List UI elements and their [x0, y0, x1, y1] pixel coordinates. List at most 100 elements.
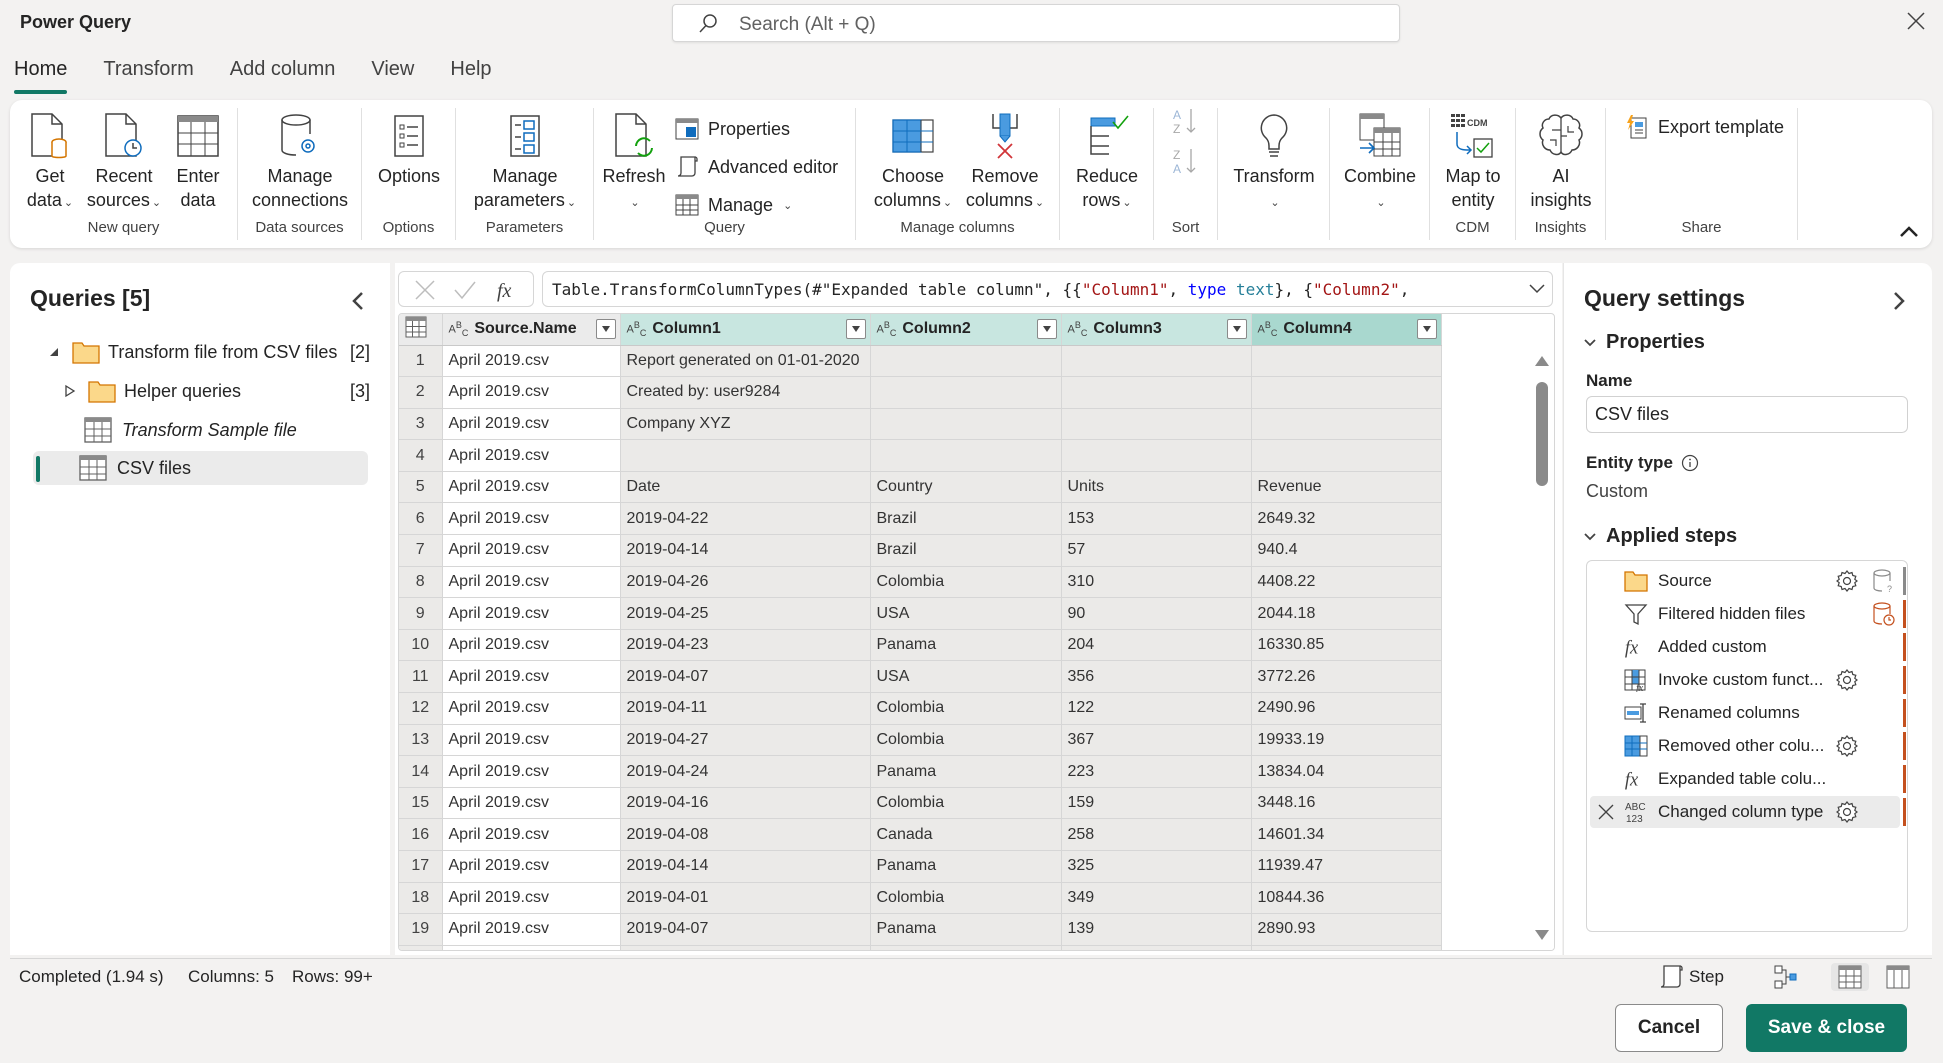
table-cell[interactable]: 13834.04 — [1251, 756, 1441, 788]
table-cell[interactable]: Colombia — [870, 724, 1061, 756]
text-type-icon[interactable]: ABC — [1258, 320, 1278, 338]
table-view-button[interactable] — [1831, 963, 1869, 991]
table-cell[interactable]: 3772.26 — [1251, 661, 1441, 693]
table-cell[interactable]: 2019-04-27 — [620, 724, 870, 756]
table-cell[interactable]: 10844.36 — [1251, 882, 1441, 914]
table-cell[interactable]: 2019-04-08 — [620, 819, 870, 851]
table-cell[interactable]: 3448.16 — [1251, 787, 1441, 819]
table-cell[interactable]: 4408.22 — [1251, 566, 1441, 598]
row-number[interactable]: 18 — [399, 882, 442, 914]
applied-step[interactable]: Source? — [1590, 565, 1900, 597]
table-cell[interactable]: 139 — [1061, 914, 1251, 946]
column-filter-dropdown[interactable] — [596, 319, 616, 339]
table-cell[interactable]: Colombia — [870, 693, 1061, 725]
applied-step[interactable]: fxAdded custom — [1590, 631, 1900, 663]
refresh-button[interactable]: Refresh⌄ — [602, 112, 666, 215]
scroll-down-icon[interactable] — [1535, 930, 1549, 940]
expand-triangle-icon[interactable] — [64, 384, 76, 398]
table-cell[interactable]: Report generated on 01-01-2020 — [620, 345, 870, 377]
table-cell[interactable]: 2019-04-14 — [620, 851, 870, 883]
remove-columns-button[interactable]: Removecolumns⌄ — [960, 112, 1050, 215]
column-filter-dropdown[interactable] — [1037, 319, 1057, 339]
table-cell[interactable]: April 2019.csv — [442, 598, 620, 630]
table-cell[interactable]: 223 — [1061, 756, 1251, 788]
search-box[interactable]: Search (Alt + Q) — [672, 4, 1400, 42]
column-header[interactable]: ABCColumn2 — [870, 314, 1061, 345]
applied-step[interactable]: Removed other colu... — [1590, 730, 1900, 762]
text-type-icon[interactable]: ABC — [1068, 320, 1088, 338]
choose-columns-button[interactable]: Choosecolumns⌄ — [870, 112, 956, 215]
tab-home[interactable]: Home — [14, 54, 67, 94]
table-cell[interactable]: USA — [870, 598, 1061, 630]
table-cell[interactable]: Units — [1061, 471, 1251, 503]
table-cell[interactable]: 2019-04-07 — [620, 661, 870, 693]
table-cell[interactable] — [870, 345, 1061, 377]
cancel-formula-icon[interactable] — [413, 278, 437, 302]
database-clock-icon[interactable] — [1872, 601, 1896, 627]
table-cell[interactable]: Revenue — [1251, 471, 1441, 503]
get-data-button[interactable]: Getdata⌄ — [20, 112, 80, 215]
table-cell[interactable]: 122 — [1061, 693, 1251, 725]
text-type-icon[interactable]: ABC — [449, 320, 469, 338]
applied-step[interactable]: fxInvoke custom funct... — [1590, 664, 1900, 696]
manage-connections-button[interactable]: Manageconnections — [246, 112, 354, 212]
column-filter-dropdown[interactable] — [1227, 319, 1247, 339]
manage-button[interactable]: Manage⌄ — [674, 192, 792, 218]
table-cell[interactable]: 2490.96 — [1251, 693, 1441, 725]
delete-step-icon[interactable] — [1596, 802, 1616, 822]
table-cell[interactable]: April 2019.csv — [442, 756, 620, 788]
text-type-icon[interactable]: ABC — [877, 320, 897, 338]
map-to-entity-button[interactable]: CDM Map toentity — [1436, 112, 1510, 212]
tab-help[interactable]: Help — [450, 54, 491, 94]
ai-insights-button[interactable]: AIinsights — [1524, 112, 1598, 212]
applied-step[interactable]: ABC123Changed column type — [1590, 796, 1900, 828]
table-cell[interactable] — [1251, 408, 1441, 440]
collapse-triangle-icon[interactable] — [48, 346, 60, 358]
chevron-down-icon[interactable] — [1528, 280, 1546, 298]
row-number[interactable]: 7 — [399, 535, 442, 567]
column-header[interactable]: ABCColumn4 — [1251, 314, 1441, 345]
sort-ascending-button[interactable]: AZ — [1172, 108, 1198, 134]
scroll-up-icon[interactable] — [1535, 356, 1549, 366]
table-cell[interactable] — [870, 377, 1061, 409]
table-cell[interactable]: April 2019.csv — [442, 566, 620, 598]
query-name-input[interactable] — [1586, 396, 1908, 433]
reduce-rows-button[interactable]: Reducerows⌄ — [1068, 112, 1146, 215]
table-cell[interactable] — [1251, 440, 1441, 472]
table-cell[interactable]: 258 — [1061, 819, 1251, 851]
table-cell[interactable]: Panama — [870, 756, 1061, 788]
table-cell[interactable]: 349 — [1061, 882, 1251, 914]
chevron-right-icon[interactable] — [1889, 289, 1909, 313]
row-number[interactable]: 2 — [399, 377, 442, 409]
column-filter-dropdown[interactable] — [846, 319, 866, 339]
sort-descending-button[interactable]: ZA — [1172, 148, 1198, 174]
table-cell[interactable]: 204 — [1061, 629, 1251, 661]
table-cell[interactable]: 2019-04-23 — [620, 629, 870, 661]
applied-step[interactable]: fxExpanded table colu... — [1590, 763, 1900, 795]
applied-step[interactable]: Renamed columns — [1590, 697, 1900, 729]
table-cell[interactable]: 367 — [1061, 724, 1251, 756]
tab-add-column[interactable]: Add column — [230, 54, 336, 94]
table-cell[interactable]: Company XYZ — [620, 408, 870, 440]
table-cell[interactable]: Panama — [870, 629, 1061, 661]
table-cell[interactable]: 356 — [1061, 661, 1251, 693]
advanced-editor-button[interactable]: Advanced editor — [674, 154, 838, 180]
table-cell[interactable] — [1061, 408, 1251, 440]
gear-icon[interactable] — [1835, 734, 1859, 758]
table-cell[interactable] — [1061, 377, 1251, 409]
gear-icon[interactable] — [1835, 800, 1859, 824]
table-cell[interactable]: USA — [870, 661, 1061, 693]
table-cell[interactable]: Colombia — [870, 566, 1061, 598]
table-cell[interactable]: Colombia — [870, 787, 1061, 819]
table-cell[interactable]: 940.4 — [1251, 535, 1441, 567]
table-cell[interactable] — [870, 408, 1061, 440]
row-number[interactable]: 4 — [399, 440, 442, 472]
table-cell[interactable]: April 2019.csv — [442, 345, 620, 377]
table-cell[interactable]: April 2019.csv — [442, 724, 620, 756]
table-cell[interactable]: April 2019.csv — [442, 377, 620, 409]
properties-button[interactable]: Properties — [674, 116, 790, 142]
applied-steps-section-toggle[interactable]: Applied steps — [1584, 525, 1737, 548]
chevron-up-icon[interactable] — [1898, 222, 1920, 240]
column-filter-dropdown[interactable] — [1417, 319, 1437, 339]
table-cell[interactable]: Brazil — [870, 503, 1061, 535]
